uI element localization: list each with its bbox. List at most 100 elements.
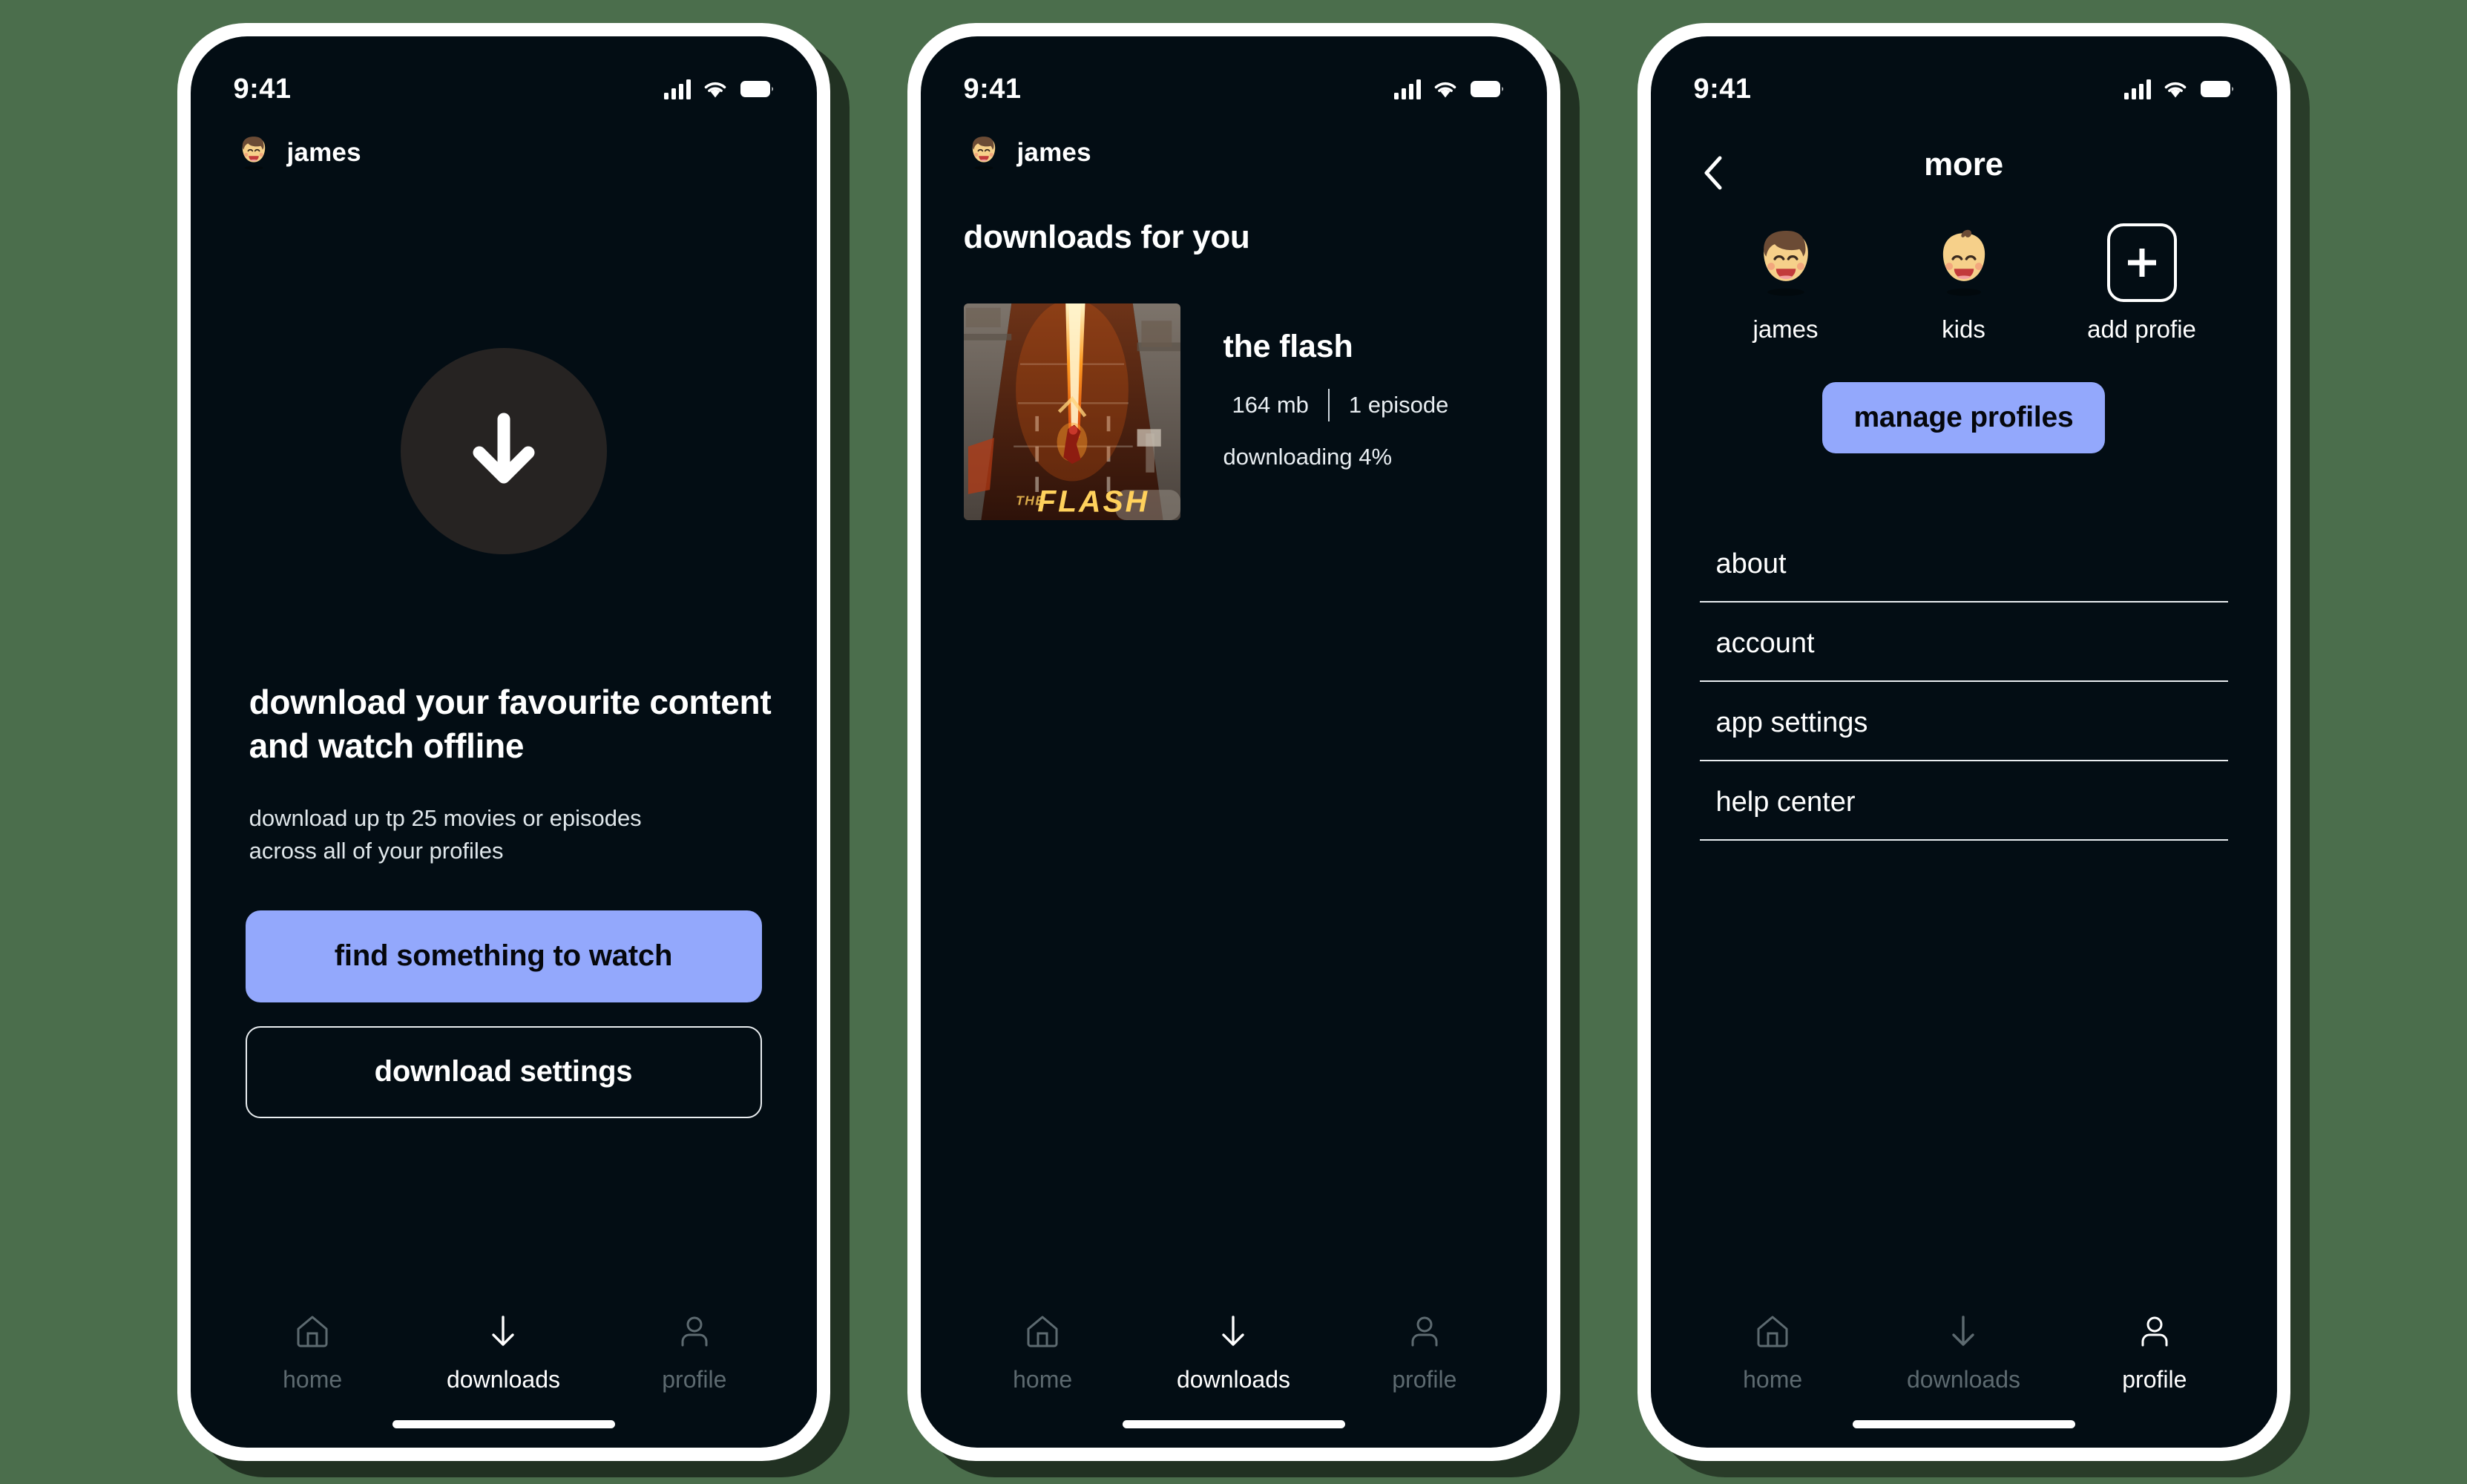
tab-downloads-label: downloads — [1176, 1366, 1290, 1393]
tab-home-label: home — [283, 1366, 343, 1393]
tab-home[interactable]: home — [966, 1308, 1119, 1393]
tab-profile[interactable]: profile — [618, 1308, 771, 1393]
download-item-stats: 164 mb 1 episode — [1223, 389, 1449, 421]
profile-selector: james kids add profie — [1651, 223, 2277, 344]
downloads-empty-copy: download your favourite content and watc… — [194, 680, 813, 867]
download-list-item[interactable]: THE FLASH the flash 164 mb 1 episode dow… — [921, 256, 1547, 520]
status-bar: 9:41 — [1651, 36, 2277, 116]
status-bar: 9:41 — [191, 36, 817, 116]
avatar-james-icon — [1763, 230, 1808, 296]
tab-profile-label: profile — [662, 1366, 727, 1393]
tab-home-label: home — [1013, 1366, 1073, 1393]
avatar-james-icon — [242, 137, 265, 170]
profile-name: james — [1016, 138, 1091, 167]
download-item-episodes: 1 episode — [1348, 392, 1449, 418]
tab-profile-label: profile — [1392, 1366, 1457, 1393]
downloads-empty-hero: download your favourite content and watc… — [191, 173, 817, 1290]
svg-text:FLASH: FLASH — [1037, 484, 1149, 518]
phone-mockup-stage: 9:41 james download your favourite conte… — [0, 0, 2467, 1484]
profile-option-james[interactable]: james — [1697, 223, 1875, 344]
tab-profile[interactable]: profile — [1348, 1308, 1501, 1393]
section-title: downloads for you — [963, 219, 1250, 255]
status-icons — [1393, 79, 1504, 99]
page-title: download your favourite content and watc… — [236, 680, 772, 768]
status-time: 9:41 — [963, 73, 1022, 105]
menu-item-help-center[interactable]: help center — [1699, 787, 2228, 841]
home-icon — [1752, 1308, 1793, 1354]
tab-home-label: home — [1743, 1366, 1803, 1393]
screen-more: 9:41 more james kids add profie manage p… — [1650, 36, 2277, 1448]
menu-item-app-settings[interactable]: app settings — [1699, 707, 2228, 761]
download-arrow-icon — [1942, 1308, 1984, 1354]
stat-divider — [1327, 389, 1330, 421]
find-something-to-watch-button[interactable]: find something to watch — [245, 910, 762, 1002]
tab-profile-label: profile — [2122, 1366, 2187, 1393]
profile-chip[interactable]: james — [191, 116, 817, 173]
status-bar: 9:41 — [921, 36, 1547, 116]
profile-option-label: kids — [1942, 315, 1985, 343]
wifi-icon — [1433, 79, 1458, 99]
tab-downloads-label: downloads — [446, 1366, 560, 1393]
page-title-line1: download your favourite content — [249, 683, 772, 721]
person-icon — [2134, 1308, 2175, 1354]
profile-option-add[interactable]: add profie — [2053, 223, 2231, 344]
page-subtitle: download up tp 25 movies or episodes acr… — [236, 802, 772, 867]
wifi-icon — [703, 79, 728, 99]
menu-item-account[interactable]: account — [1699, 628, 2228, 682]
tab-downloads[interactable]: downloads — [1887, 1308, 2040, 1393]
profile-option-kids[interactable]: kids — [1875, 223, 2053, 344]
chevron-left-icon[interactable] — [1694, 153, 1734, 193]
status-time: 9:41 — [1693, 73, 1752, 105]
tab-profile[interactable]: profile — [2078, 1308, 2231, 1393]
download-item-title: the flash — [1223, 329, 1353, 364]
download-item-size: 164 mb — [1232, 392, 1309, 418]
profile-name: james — [286, 138, 361, 167]
download-arrow-icon — [1212, 1308, 1254, 1354]
page-subtitle-line1: download up tp 25 movies or episodes — [249, 804, 642, 831]
avatar-james-icon — [972, 137, 995, 170]
tab-downloads[interactable]: downloads — [427, 1308, 579, 1393]
screen1-body: james download your favourite content an… — [191, 116, 817, 1290]
plus-box-icon — [2106, 223, 2177, 302]
page-title-line2: and watch offline — [249, 726, 525, 765]
phone-frame-more: 9:41 more james kids add profie manage p… — [1637, 23, 2290, 1461]
home-indicator — [1852, 1420, 2075, 1428]
tab-home[interactable]: home — [1696, 1308, 1849, 1393]
wifi-icon — [2163, 79, 2188, 99]
manage-profiles-row: manage profiles — [1651, 382, 2277, 453]
screen2-body: james downloads for you THE FLASH the fl… — [921, 116, 1547, 1290]
home-icon — [292, 1308, 333, 1354]
tab-home[interactable]: home — [236, 1308, 389, 1393]
more-menu-list: about account app settings help center — [1651, 548, 2277, 866]
tab-downloads-label: downloads — [1906, 1366, 2020, 1393]
status-icons — [663, 79, 774, 99]
menu-item-about[interactable]: about — [1699, 548, 2228, 603]
downloads-empty-actions: find something to watch download setting… — [191, 910, 817, 1118]
phone-frame-downloads-list: 9:41 james downloads for you THE FLASH t… — [907, 23, 1560, 1461]
tab-downloads[interactable]: downloads — [1157, 1308, 1310, 1393]
profile-option-label: add profie — [2087, 315, 2196, 343]
status-time: 9:41 — [233, 73, 292, 105]
phone-frame-downloads-empty: 9:41 james download your favourite conte… — [177, 23, 830, 1461]
battery-icon — [1470, 80, 1504, 98]
profile-option-label: james — [1752, 315, 1819, 343]
download-item-meta: the flash 164 mb 1 episode downloading 4… — [1223, 303, 1449, 470]
home-indicator — [392, 1420, 615, 1428]
screen-downloads-empty: 9:41 james download your favourite conte… — [190, 36, 817, 1448]
manage-profiles-button[interactable]: manage profiles — [1822, 382, 2105, 453]
screen3-body: more james kids add profie manage profil… — [1651, 116, 2277, 1290]
more-header: more — [1651, 116, 2277, 198]
page-title: more — [1924, 146, 2003, 183]
page-subtitle-line2: across all of your profiles — [249, 837, 504, 864]
download-arrow-icon — [482, 1308, 524, 1354]
download-settings-button[interactable]: download settings — [245, 1025, 762, 1118]
download-arrow-circle-icon — [400, 348, 607, 554]
the-flash-poster-thumbnail[interactable]: THE FLASH — [963, 303, 1180, 520]
status-icons — [2123, 79, 2234, 99]
cellular-signal-icon — [1393, 79, 1421, 99]
profile-chip[interactable]: james — [921, 116, 1547, 173]
home-icon — [1022, 1308, 1063, 1354]
cellular-signal-icon — [663, 79, 691, 99]
avatar-kids-icon — [1942, 229, 1985, 296]
person-icon — [1404, 1308, 1445, 1354]
